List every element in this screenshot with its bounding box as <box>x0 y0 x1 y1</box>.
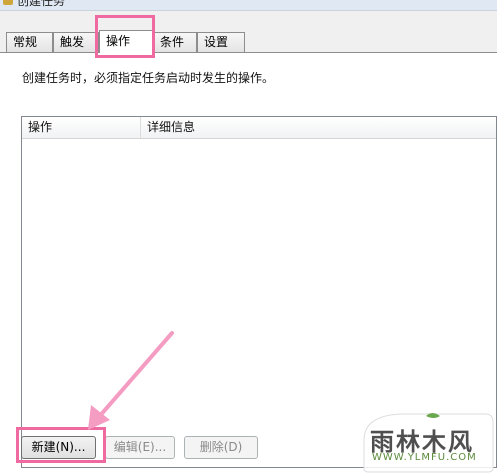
tab-actions[interactable]: 操作 <box>99 30 153 53</box>
delete-button[interactable]: 删除(D) <box>184 436 258 459</box>
tab-triggers[interactable]: 触发器 <box>53 32 99 68</box>
tab-conditions[interactable]: 条件 <box>153 32 197 52</box>
task-scheduler-icon <box>3 0 13 5</box>
column-header-details[interactable]: 详细信息 <box>141 117 496 138</box>
window-titlebar: 创建任务 <box>0 0 497 11</box>
tab-general[interactable]: 常规 <box>6 32 53 52</box>
tab-settings[interactable]: 设置 <box>197 32 245 52</box>
site-watermark: 雨林木风 WWW.YLMFU.COM <box>360 410 497 475</box>
tab-strip: 常规 触发器 操作 条件 设置 <box>0 30 497 68</box>
new-button[interactable]: 新建(N)... <box>21 436 96 459</box>
list-header: 操作 详细信息 <box>22 117 496 139</box>
column-header-action[interactable]: 操作 <box>22 117 141 138</box>
edit-button[interactable]: 编辑(E)... <box>105 436 175 459</box>
panel-description: 创建任务时，必须指定任务启动时发生的操作。 <box>22 71 275 85</box>
watermark-url: WWW.YLMFU.COM <box>372 452 477 463</box>
window-title: 创建任务 <box>17 0 66 8</box>
